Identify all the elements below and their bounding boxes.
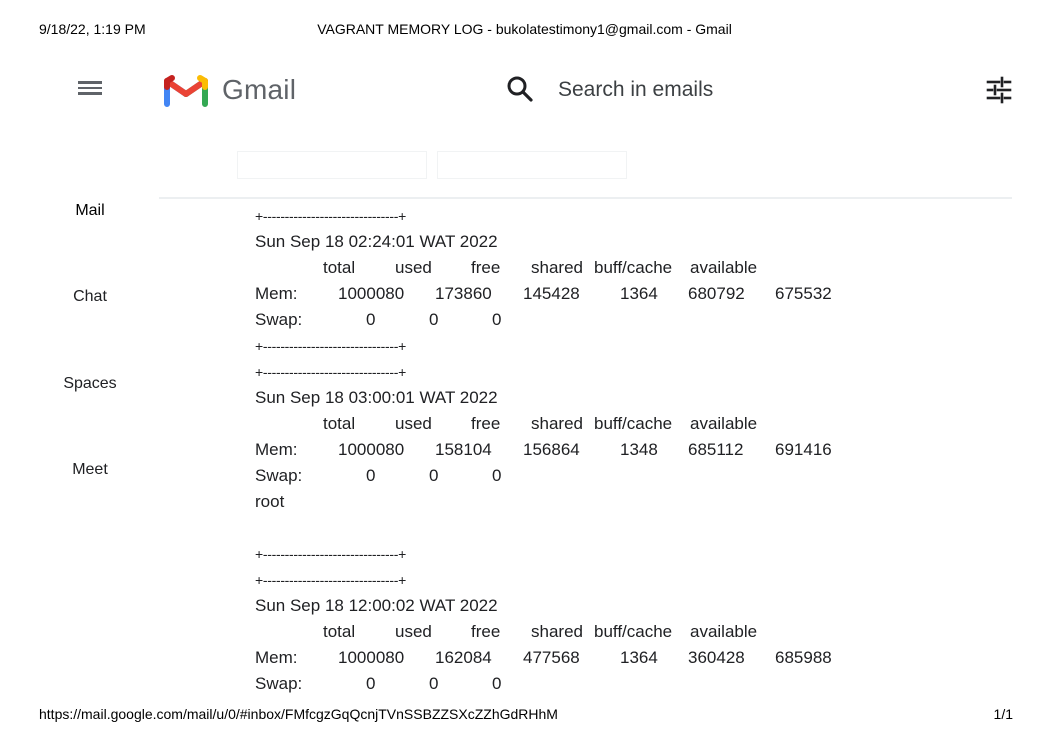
col-buff-cache: buff/cache (594, 414, 673, 433)
swap-label: Swap: (255, 466, 303, 485)
log-user-line: root (255, 492, 285, 511)
mem-buff-cache: 680792 (688, 284, 745, 303)
swap-label: Swap: (255, 310, 303, 329)
log-swap-row: Swap: 0 0 0 (255, 463, 502, 489)
log-separator: +-------------------------------+ (255, 572, 406, 588)
col-free: free (471, 414, 501, 433)
print-title: VAGRANT MEMORY LOG - bukolatestimony1@gm… (317, 21, 732, 37)
col-used: used (395, 414, 432, 433)
col-total: total (323, 258, 356, 277)
search-input[interactable]: Search in emails (558, 78, 713, 102)
log-separator: +-------------------------------+ (255, 364, 406, 380)
mem-free: 156864 (523, 440, 580, 459)
log-swap-row: Swap: 0 0 0 (255, 671, 502, 697)
mem-free: 145428 (523, 284, 580, 303)
swap-label: Swap: (255, 674, 303, 693)
search-icon[interactable] (506, 75, 534, 103)
mem-used: 158104 (435, 440, 492, 459)
mem-available: 675532 (775, 284, 832, 303)
mem-shared: 1364 (620, 648, 658, 667)
search-options-icon[interactable] (985, 76, 1013, 104)
nav-item-chat[interactable]: Chat (40, 288, 140, 306)
log-timestamp: Sun Sep 18 12:00:02 WAT 2022 (255, 596, 498, 615)
gmail-logo-text: Gmail (222, 74, 297, 105)
col-shared: shared (531, 258, 583, 277)
mem-label: Mem: (255, 284, 298, 303)
col-buff-cache: buff/cache (594, 258, 673, 277)
log-separator: +-------------------------------+ (255, 546, 406, 562)
print-url: https://mail.google.com/mail/u/0/#inbox/… (39, 706, 558, 722)
swap-total: 0 (366, 674, 376, 693)
menu-icon-line (78, 92, 102, 95)
log-mem-row: Mem: 1000080 158104 156864 1348 685112 6… (255, 437, 832, 463)
mem-label: Mem: (255, 648, 298, 667)
toolbar-divider (159, 197, 1012, 199)
col-buff-cache: buff/cache (594, 622, 673, 641)
email-body: +-------------------------------+ Sun Se… (255, 203, 832, 697)
log-mem-row: Mem: 1000080 173860 145428 1364 680792 6… (255, 281, 832, 307)
menu-icon-line (78, 81, 102, 84)
log-separator: +-------------------------------+ (255, 338, 406, 354)
swap-total: 0 (366, 466, 376, 485)
mem-total: 1000080 (338, 440, 405, 459)
nav-item-mail[interactable]: Mail (40, 202, 140, 220)
log-column-headers: total used free shared buff/cache availa… (255, 411, 757, 437)
mem-available: 685988 (775, 648, 832, 667)
col-total: total (323, 414, 356, 433)
log-column-headers: total used free shared buff/cache availa… (255, 619, 757, 645)
mem-total: 1000080 (338, 284, 405, 303)
nav-item-spaces[interactable]: Spaces (40, 375, 140, 393)
log-mem-row: Mem: 1000080 162084 477568 1364 360428 6… (255, 645, 832, 671)
mem-shared: 1348 (620, 440, 658, 459)
mem-used: 173860 (435, 284, 492, 303)
mem-used: 162084 (435, 648, 492, 667)
col-shared: shared (531, 414, 583, 433)
mem-label: Mem: (255, 440, 298, 459)
col-available: available (690, 414, 758, 433)
swap-free: 0 (492, 674, 502, 693)
menu-icon-line (78, 86, 102, 90)
log-separator: +-------------------------------+ (255, 208, 406, 224)
log-blank-line (255, 515, 498, 541)
col-free: free (471, 258, 501, 277)
col-available: available (690, 258, 758, 277)
toolbar-placeholder (237, 151, 427, 179)
log-timestamp: Sun Sep 18 02:24:01 WAT 2022 (255, 232, 498, 251)
mem-buff-cache: 685112 (688, 440, 744, 459)
nav-item-meet[interactable]: Meet (40, 461, 140, 479)
swap-free: 0 (492, 466, 502, 485)
col-total: total (323, 622, 356, 641)
col-shared: shared (531, 622, 583, 641)
col-available: available (690, 622, 758, 641)
gmail-logo[interactable]: Gmail (164, 70, 296, 110)
log-swap-row: Swap: 0 0 0 (255, 307, 502, 333)
print-page-number: 1/1 (993, 706, 1013, 722)
gmail-m-icon (164, 75, 208, 107)
col-used: used (395, 258, 432, 277)
col-free: free (471, 622, 501, 641)
log-column-headers: total used free shared buff/cache availa… (255, 255, 757, 281)
mem-available: 691416 (775, 440, 832, 459)
main-menu-button[interactable] (76, 78, 104, 102)
col-used: used (395, 622, 432, 641)
mem-shared: 1364 (620, 284, 658, 303)
swap-free: 0 (492, 310, 502, 329)
mem-total: 1000080 (338, 648, 405, 667)
toolbar-placeholder (437, 151, 627, 179)
swap-used: 0 (429, 674, 439, 693)
swap-used: 0 (429, 466, 439, 485)
log-timestamp: Sun Sep 18 03:00:01 WAT 2022 (255, 388, 498, 407)
mem-buff-cache: 360428 (688, 648, 745, 667)
mem-free: 477568 (523, 648, 580, 667)
swap-total: 0 (366, 310, 376, 329)
swap-used: 0 (429, 310, 439, 329)
